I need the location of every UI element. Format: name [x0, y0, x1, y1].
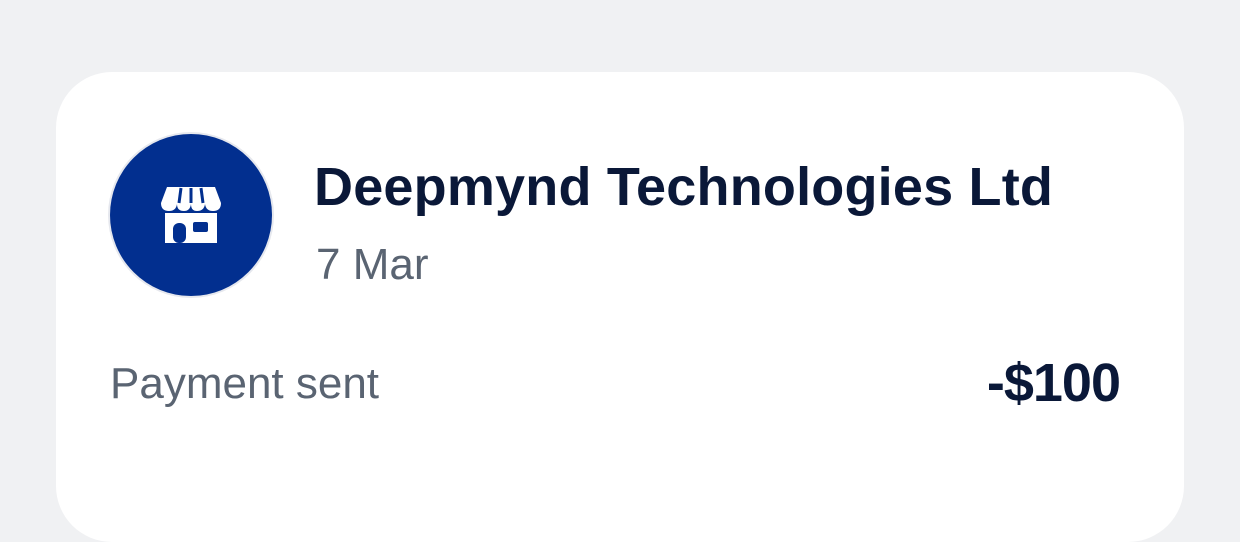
transaction-amount: -$100 [986, 353, 1121, 413]
merchant-avatar [110, 134, 272, 296]
merchant-name: Deepmynd Technologies Ltd [314, 157, 1054, 217]
store-icon [161, 187, 221, 243]
transaction-date: 7 Mar [316, 240, 429, 289]
transaction-card[interactable]: Deepmynd Technologies Ltd 7 Mar Payment … [56, 72, 1184, 542]
screen: { "transaction": { "merchant_name": "Dee… [0, 0, 1240, 542]
transaction-type: Payment sent [110, 359, 380, 408]
